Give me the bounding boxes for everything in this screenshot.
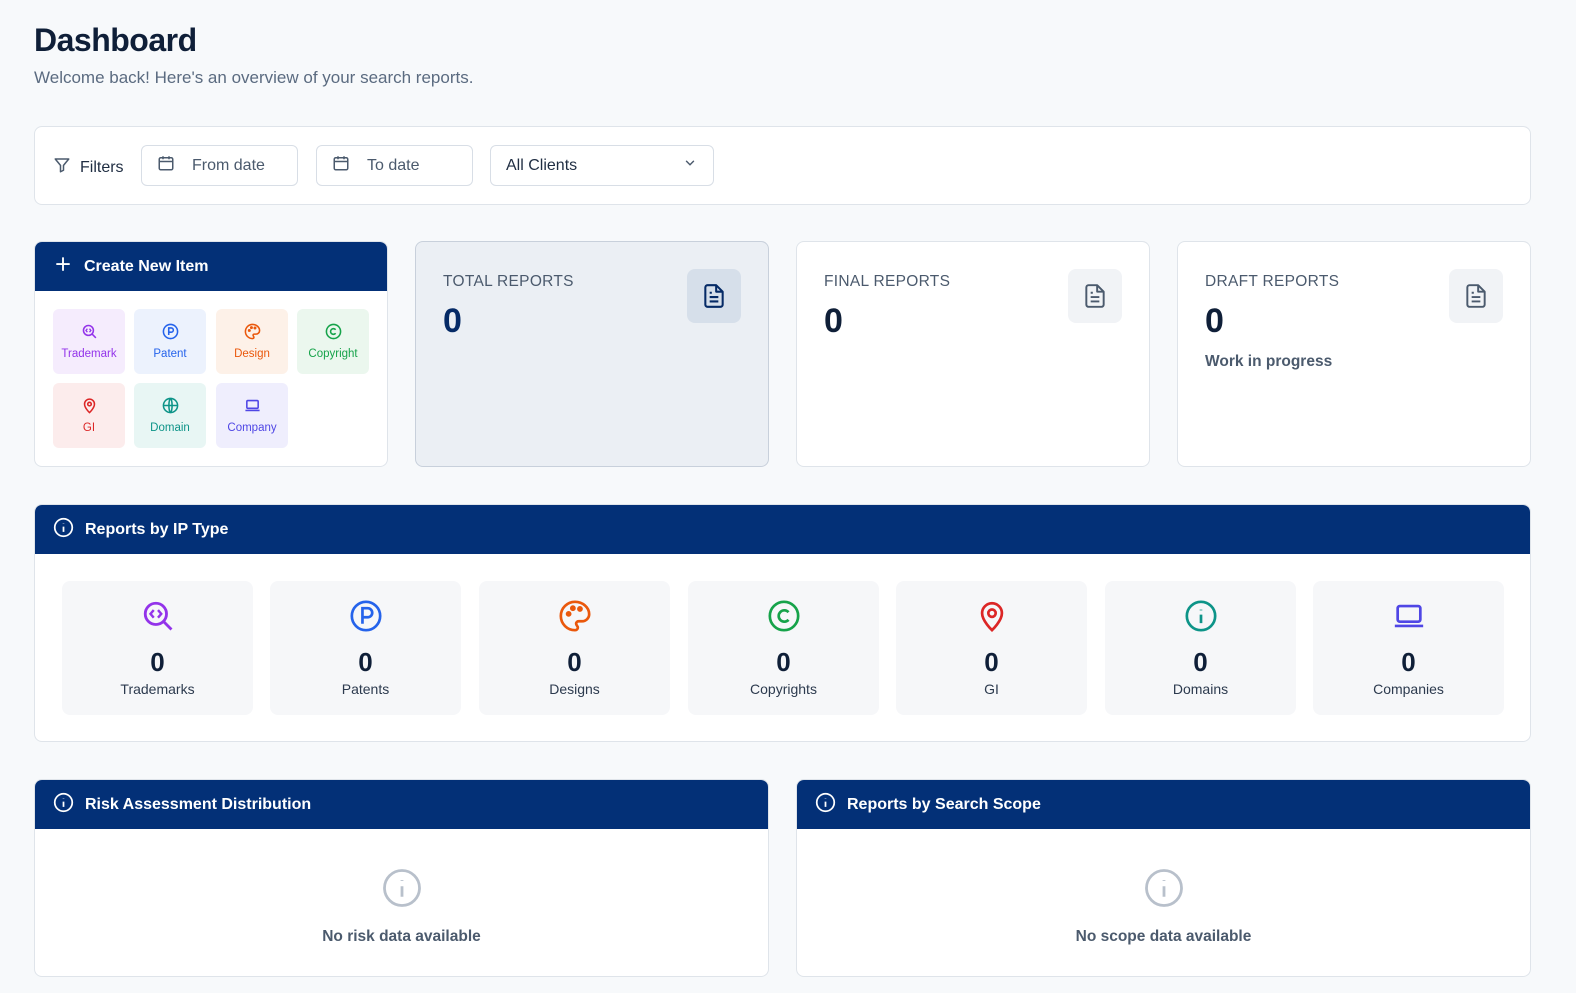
from-date-placeholder: From date	[192, 156, 265, 174]
create-company-label: Company	[227, 422, 277, 434]
ip-type-designs-label: Designs	[549, 681, 600, 697]
search-scope-title: Reports by Search Scope	[847, 795, 1041, 813]
create-patent-label: Patent	[153, 348, 187, 360]
info-circle-icon	[53, 792, 74, 818]
reports-by-ip-type-card: Reports by IP Type 0 Trademarks 0 Patent…	[34, 504, 1531, 742]
create-copyright-label: Copyright	[308, 348, 358, 360]
calendar-icon	[332, 154, 350, 177]
client-select[interactable]: All Clients	[490, 145, 714, 186]
copyright-icon	[325, 323, 342, 343]
info-circle-icon	[53, 517, 74, 543]
to-date-placeholder: To date	[367, 156, 420, 174]
create-company-button[interactable]: Company	[216, 383, 288, 448]
create-design-button[interactable]: Design	[216, 309, 288, 374]
risk-assessment-header: Risk Assessment Distribution	[35, 780, 768, 829]
create-trademark-button[interactable]: Trademark	[53, 309, 125, 374]
risk-empty-text: No risk data available	[322, 928, 481, 945]
create-copyright-button[interactable]: Copyright	[297, 309, 369, 374]
patent-icon	[349, 599, 383, 638]
ip-type-patents-label: Patents	[341, 681, 390, 697]
draft-reports-subtext: Work in progress	[1205, 353, 1333, 370]
risk-assessment-title: Risk Assessment Distribution	[85, 795, 312, 813]
filters-bar: Filters From date To date All Clients	[34, 126, 1531, 205]
info-circle-icon	[815, 792, 836, 818]
globe-icon	[162, 397, 179, 417]
scope-empty-text: No scope data available	[1075, 928, 1252, 945]
map-pin-icon	[975, 599, 1009, 638]
filters-text: Filters	[80, 158, 124, 176]
ip-type-domains[interactable]: 0 Domains	[1105, 581, 1296, 715]
palette-icon	[558, 599, 592, 638]
create-patent-button[interactable]: Patent	[134, 309, 206, 374]
to-date-input[interactable]: To date	[316, 145, 473, 186]
filter-icon	[53, 156, 71, 179]
create-new-item-card: Create New Item Trademark Patent Design …	[34, 241, 388, 467]
copyright-icon	[767, 599, 801, 638]
search-scope-card: Reports by Search Scope No scope data av…	[796, 779, 1531, 977]
calendar-icon	[157, 154, 175, 177]
laptop-icon	[244, 397, 261, 417]
patent-icon	[162, 323, 179, 343]
document-icon	[1449, 269, 1503, 323]
ip-type-domains-value: 0	[1193, 647, 1208, 677]
info-circle-icon	[1184, 599, 1218, 638]
from-date-input[interactable]: From date	[141, 145, 298, 186]
info-circle-icon	[1143, 867, 1185, 914]
trademark-search-icon	[81, 323, 98, 343]
chevron-down-icon	[683, 156, 697, 175]
filters-label: Filters	[53, 156, 124, 179]
ip-type-companies[interactable]: 0 Companies	[1313, 581, 1504, 715]
search-scope-header: Reports by Search Scope	[797, 780, 1530, 829]
final-reports-card[interactable]: FINAL REPORTS 0	[796, 241, 1150, 467]
draft-reports-value: 0	[1205, 302, 1224, 340]
scope-empty-state: No scope data available	[797, 867, 1530, 946]
laptop-icon	[1392, 599, 1426, 638]
ip-type-companies-label: Companies	[1373, 681, 1444, 697]
ip-type-gi-value: 0	[984, 647, 999, 677]
create-design-label: Design	[234, 348, 270, 360]
document-icon	[687, 269, 741, 323]
risk-empty-state: No risk data available	[35, 867, 768, 946]
ip-type-trademarks-label: Trademarks	[120, 681, 195, 697]
info-circle-icon	[381, 867, 423, 914]
create-gi-label: GI	[82, 422, 96, 434]
ip-type-trademarks[interactable]: 0 Trademarks	[62, 581, 253, 715]
draft-reports-label: DRAFT REPORTS	[1205, 273, 1340, 290]
draft-reports-card[interactable]: DRAFT REPORTS 0 Work in progress	[1177, 241, 1531, 467]
risk-assessment-card: Risk Assessment Distribution No risk dat…	[34, 779, 769, 977]
create-new-item-header: Create New Item	[35, 242, 387, 291]
ip-type-designs[interactable]: 0 Designs	[479, 581, 670, 715]
page-subtitle: Welcome back! Here's an overview of your…	[34, 68, 474, 87]
final-reports-label: FINAL REPORTS	[824, 273, 951, 290]
client-select-value: All Clients	[506, 156, 578, 174]
plus-icon	[54, 255, 72, 278]
ip-type-domains-label: Domains	[1172, 681, 1229, 697]
ip-type-gi-label: GI	[984, 681, 999, 697]
page-title: Dashboard	[34, 22, 197, 58]
create-domain-label: Domain	[150, 422, 190, 434]
total-reports-label: TOTAL REPORTS	[443, 273, 574, 290]
total-reports-value: 0	[443, 302, 462, 340]
create-new-item-title: Create New Item	[84, 257, 209, 275]
trademark-search-icon	[141, 599, 175, 638]
map-pin-icon	[81, 397, 98, 417]
ip-type-patents[interactable]: 0 Patents	[270, 581, 461, 715]
ip-type-designs-value: 0	[567, 647, 582, 677]
palette-icon	[244, 323, 261, 343]
document-icon	[1068, 269, 1122, 323]
final-reports-value: 0	[824, 302, 843, 340]
total-reports-card[interactable]: TOTAL REPORTS 0	[415, 241, 769, 467]
ip-type-companies-value: 0	[1401, 647, 1416, 677]
create-trademark-label: Trademark	[61, 348, 117, 360]
reports-by-ip-type-title: Reports by IP Type	[85, 520, 229, 538]
create-domain-button[interactable]: Domain	[134, 383, 206, 448]
ip-type-copyrights-label: Copyrights	[750, 681, 817, 697]
reports-by-ip-type-header: Reports by IP Type	[35, 505, 1530, 554]
ip-type-trademarks-value: 0	[150, 647, 165, 677]
ip-type-patents-value: 0	[358, 647, 373, 677]
ip-type-gi[interactable]: 0 GI	[896, 581, 1087, 715]
ip-type-copyrights[interactable]: 0 Copyrights	[688, 581, 879, 715]
ip-type-copyrights-value: 0	[776, 647, 791, 677]
create-gi-button[interactable]: GI	[53, 383, 125, 448]
